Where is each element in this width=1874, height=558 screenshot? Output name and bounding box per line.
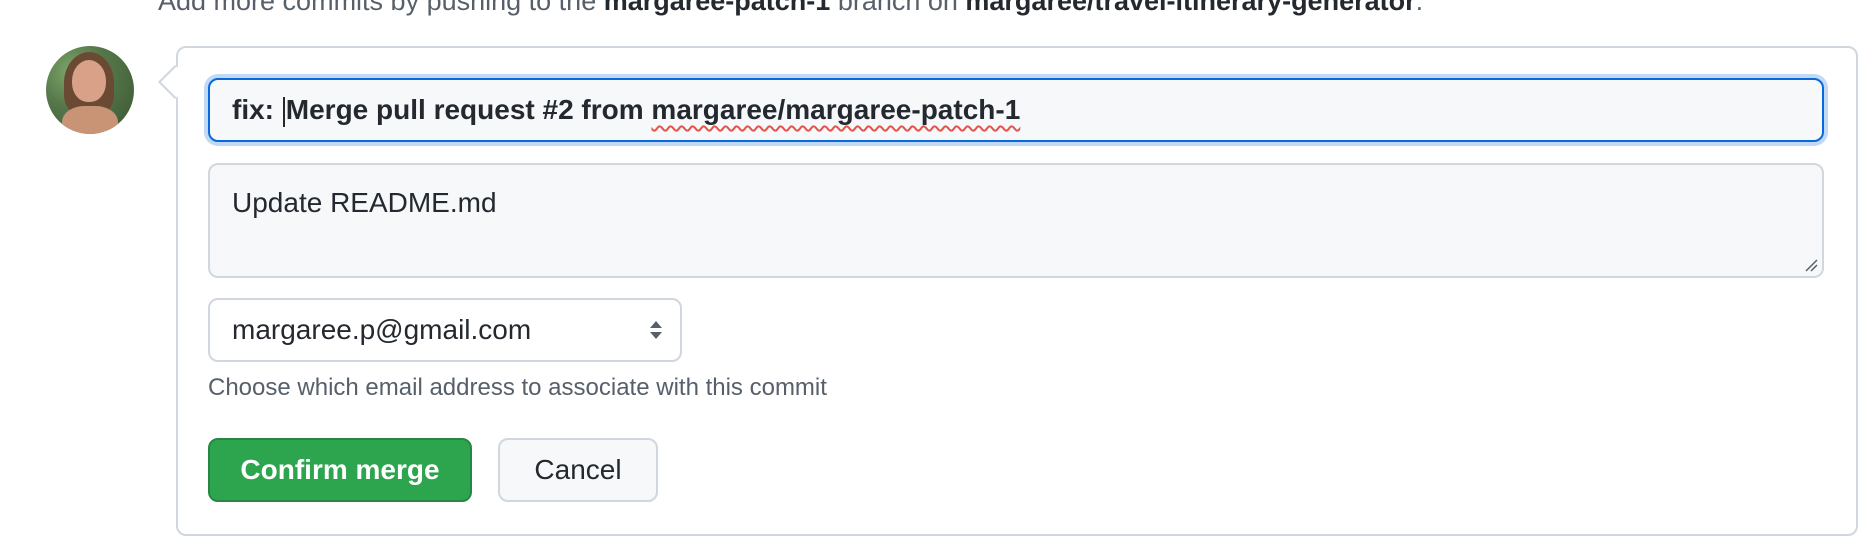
push-commits-hint: Add more commits by pushing to the marga… — [158, 0, 1423, 17]
repo-name[interactable]: margaree/travel-itinerary-generator — [965, 0, 1415, 16]
commit-title-prefix: fix: — [232, 94, 282, 125]
commit-message-text: Update README.md — [232, 187, 497, 218]
text-caret — [282, 96, 285, 127]
avatar-body — [62, 106, 118, 134]
commit-title-middle: Merge pull request #2 from — [285, 94, 652, 125]
select-arrows-icon — [650, 321, 662, 339]
push-hint-mid: branch on — [830, 0, 966, 16]
push-hint-suffix: . — [1415, 0, 1424, 16]
commit-title-input[interactable]: fix: Merge pull request #2 from margaree… — [208, 78, 1824, 142]
push-hint-prefix: Add more commits by pushing to the — [158, 0, 604, 16]
cancel-button[interactable]: Cancel — [498, 438, 658, 502]
confirm-merge-button[interactable]: Confirm merge — [208, 438, 472, 502]
branch-name[interactable]: margaree-patch-1 — [604, 0, 831, 16]
resize-grip-icon[interactable] — [1804, 258, 1818, 272]
email-hint: Choose which email address to associate … — [208, 374, 827, 401]
user-avatar[interactable] — [46, 46, 134, 134]
email-selected-value: margaree.p@gmail.com — [232, 314, 532, 345]
commit-message-textarea[interactable]: Update README.md — [208, 163, 1824, 278]
email-select[interactable]: margaree.p@gmail.com — [208, 298, 682, 362]
commit-title-branch-ref: margaree/margaree-patch-1 — [651, 94, 1021, 125]
avatar-face — [72, 60, 106, 102]
